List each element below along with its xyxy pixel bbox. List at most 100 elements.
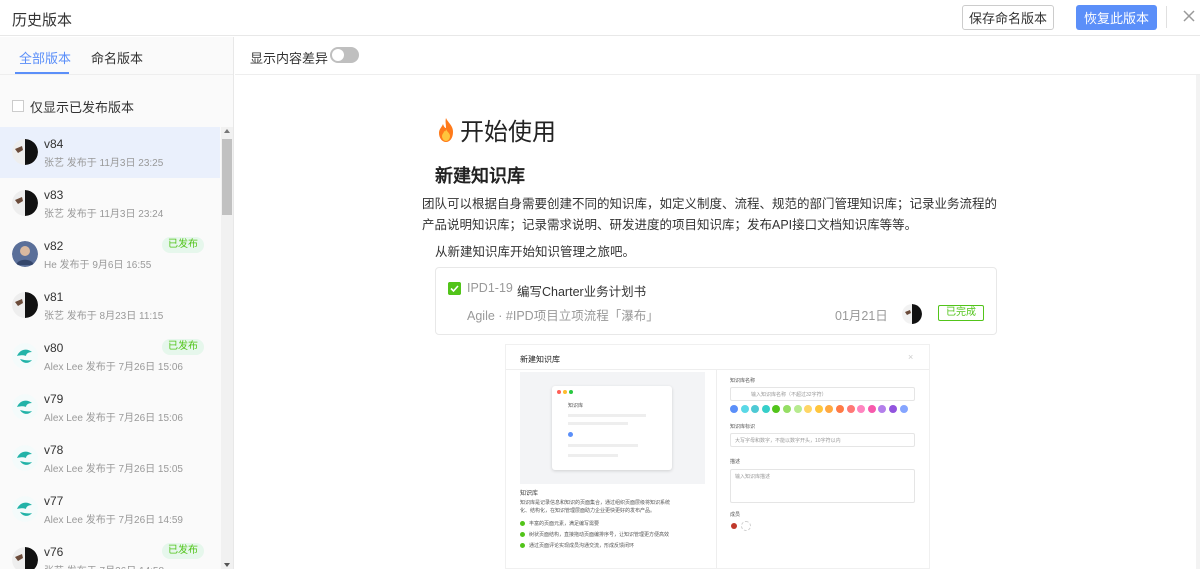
content-scrollbar[interactable] (1196, 75, 1200, 569)
version-name: v80 (44, 341, 64, 355)
color-swatch (867, 405, 876, 413)
version-meta: 张艺 发布于 7月26日 14:58 (44, 562, 164, 569)
color-swatch (857, 405, 866, 413)
version-tabs: 全部版本 命名版本 (0, 37, 233, 75)
task-status-badge: 已完成 (938, 305, 984, 321)
version-name: v83 (44, 188, 64, 202)
embedded-preview: 知识库 (520, 372, 705, 484)
task-id[interactable]: IPD1-19 (467, 281, 513, 295)
published-badge: 已发布 (162, 543, 204, 559)
version-item-v81[interactable]: v81 张艺 发布于 8月23日 11:15 (0, 280, 220, 331)
member-avatar (731, 523, 737, 529)
desc-field: 输入知识库描述 (730, 469, 915, 503)
preview-line (568, 454, 618, 457)
avatar (12, 445, 38, 471)
bullet-2: 树状页面结构，直接拖动页面编排序号，让知识管理更方便高效 (529, 532, 670, 538)
embedded-close-icon: × (908, 352, 914, 362)
version-meta: Alex Lee 发布于 7月26日 15:05 (44, 464, 183, 475)
checked-icon (448, 282, 461, 295)
color-swatch (730, 405, 738, 413)
version-meta: 张艺 发布于 8月23日 11:15 (44, 311, 164, 322)
intro-text-2: 化、结构化，在知识管理层面助力企业更快更好的发布产品。 (520, 508, 656, 514)
diff-bar: 显示内容差异 (235, 37, 1200, 75)
avatar (12, 190, 38, 216)
preview-line (568, 414, 646, 417)
intro-text-1: 知识库是记录信息和知识的页面集合，通过组织页面层级将知识系统 (520, 500, 671, 506)
version-item-v78[interactable]: v78 Alex Lee 发布于 7月26日 15:05 (0, 433, 220, 484)
divider (1166, 6, 1167, 28)
published-only-checkbox[interactable] (12, 100, 24, 112)
published-badge: 已发布 (162, 339, 204, 355)
color-swatch (783, 405, 791, 413)
embedded-header-divider (506, 369, 929, 370)
preview-dot (568, 432, 573, 437)
embedded-column-divider (716, 370, 717, 568)
published-only-label: 仅显示已发布版本 (30, 99, 135, 115)
document-title-text: 开始使用 (460, 119, 556, 146)
color-swatch (751, 405, 760, 413)
desc-placeholder: 输入知识库描述 (735, 474, 771, 480)
color-swatch (889, 405, 897, 413)
tab-all-versions[interactable]: 全部版本 (19, 48, 71, 67)
version-item-v84[interactable]: v84 张艺 发布于 11月3日 23:25 (0, 127, 220, 178)
task-project: Agile · #IPD项目立项流程「瀑布」 (467, 309, 659, 323)
version-list-scrollbar[interactable] (221, 127, 233, 569)
show-diff-label: 显示内容差异 (250, 51, 329, 66)
version-name: v84 (44, 137, 64, 151)
scroll-down-icon[interactable] (224, 563, 230, 567)
version-item-v82[interactable]: v82 He 发布于 9月6日 16:55 已发布 (0, 229, 220, 280)
task-date: 01月21日 (835, 309, 888, 323)
task-card[interactable]: IPD1-19 编写Charter业务计划书 Agile · #IPD项目立项流… (435, 267, 997, 335)
version-name: v78 (44, 443, 64, 457)
color-swatch (846, 405, 855, 413)
embedded-title: 新建知识库 (520, 355, 560, 364)
bullet-check-icon (520, 521, 525, 526)
preview-window: 知识库 (552, 386, 672, 470)
show-diff-toggle[interactable] (330, 47, 359, 63)
version-name: v77 (44, 494, 64, 508)
tab-named-versions[interactable]: 命名版本 (91, 48, 143, 67)
color-swatch (899, 405, 908, 413)
published-badge: 已发布 (162, 237, 204, 253)
bullet-check-icon (520, 532, 525, 537)
version-name: v82 (44, 239, 64, 253)
task-title[interactable]: 编写Charter业务计划书 (517, 281, 646, 300)
version-item-v77[interactable]: v77 Alex Lee 发布于 7月26日 14:59 (0, 484, 220, 535)
section-heading: 新建知识库 (435, 166, 525, 186)
color-swatch (761, 405, 770, 413)
fire-icon (439, 117, 453, 142)
color-swatch (772, 405, 781, 413)
version-name: v76 (44, 545, 64, 559)
intro-title: 知识库 (520, 491, 539, 497)
version-meta: 张艺 发布于 11月3日 23:25 (44, 158, 164, 169)
scroll-up-icon[interactable] (224, 129, 230, 133)
version-meta: He 发布于 9月6日 16:55 (44, 260, 152, 271)
restore-version-button[interactable]: 恢复此版本 (1076, 5, 1157, 30)
version-meta: 张艺 发布于 11月3日 23:24 (44, 209, 164, 220)
color-swatch (793, 405, 802, 413)
version-meta: Alex Lee 发布于 7月26日 15:06 (44, 362, 183, 373)
embedded-screenshot: 新建知识库 × 知识库 知识库 知识库是记录信息和知识的页面集合，通过组织页面层… (505, 344, 930, 569)
id-placeholder: 大写字母和数字，不能以数字开头，10字符以内 (735, 438, 841, 444)
version-sidebar: 全部版本 命名版本 仅显示已发布版本 v84 张艺 发布于 11月3日 23:25… (0, 37, 234, 569)
save-named-version-button[interactable]: 保存命名版本 (962, 5, 1054, 30)
version-item-v83[interactable]: v83 张艺 发布于 11月3日 23:24 (0, 178, 220, 229)
dot-yellow (563, 390, 567, 394)
add-member-icon (741, 521, 751, 531)
color-swatch (814, 405, 823, 413)
intro-paragraph-2: 从新建知识库开始知识管理之旅吧。 (435, 245, 636, 259)
scrollbar-thumb[interactable] (222, 139, 232, 215)
name-placeholder: 输入知识库名称（不超过32字符） (751, 392, 827, 398)
published-only-filter[interactable]: 仅显示已发布版本 (12, 98, 135, 115)
color-swatch (804, 405, 813, 413)
bullet-3: 通过页面评论实现成员沟通交流，形成反馈闭环 (529, 543, 635, 549)
toggle-knob (332, 49, 344, 61)
top-bar: 历史版本 保存命名版本 恢复此版本 (0, 0, 1200, 36)
close-icon[interactable] (1180, 7, 1198, 25)
color-swatch (878, 405, 887, 413)
version-item-v79[interactable]: v79 Alex Lee 发布于 7月26日 15:06 (0, 382, 220, 433)
color-swatch (740, 405, 749, 413)
version-item-v76[interactable]: v76 张艺 发布于 7月26日 14:58 已发布 (0, 535, 220, 569)
version-item-v80[interactable]: v80 Alex Lee 发布于 7月26日 15:06 已发布 (0, 331, 220, 382)
avatar (12, 547, 38, 569)
